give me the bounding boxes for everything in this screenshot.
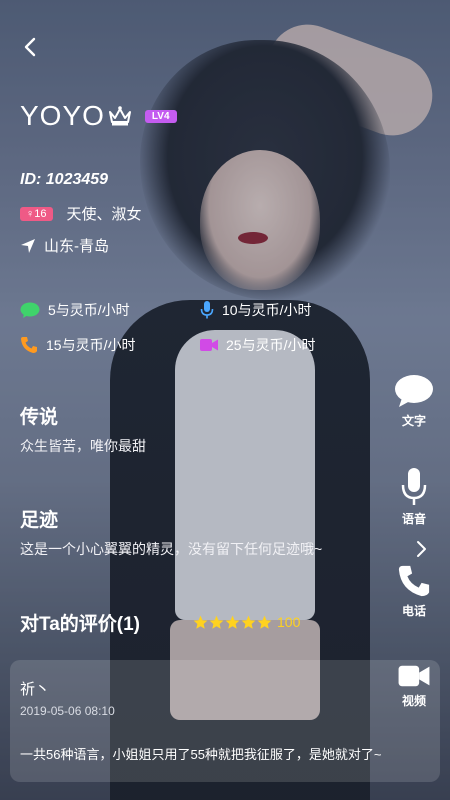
- review-author: 祈丶: [20, 681, 51, 698]
- video-call-label: 视频: [401, 694, 426, 708]
- price-voice-chat: 10与灵币/小时: [200, 300, 311, 320]
- legend-title: 传说: [20, 407, 59, 428]
- review-content: 一共56种语言，小姐姐只用了55种就把我征服了，是她就对了~: [20, 747, 382, 762]
- location-arrow-icon: [21, 238, 35, 253]
- video-camera-icon: [398, 665, 430, 687]
- rating-title: 对Ta的评价(1): [20, 614, 140, 635]
- video-camera-icon: [200, 339, 218, 351]
- location-row: 山东-青岛: [20, 235, 109, 256]
- review-card: 祈丶 2019-05-06 08:10 一共56种语言，小姐姐只用了55种就把我…: [10, 660, 440, 782]
- phone-call-button[interactable]: 电话: [392, 564, 436, 619]
- star-icon: [209, 615, 224, 629]
- price-video-call-label: 25与灵币/小时: [226, 337, 316, 353]
- gender-tags-row: ♀16 天使、淑女: [20, 203, 142, 224]
- name-row: YOYO LV4: [20, 100, 177, 132]
- rating-stars: 100: [193, 614, 300, 630]
- phone-call-label: 电话: [401, 604, 426, 618]
- review-time: 2019-05-06 08:10: [20, 704, 115, 718]
- voice-chat-button[interactable]: 语音: [392, 468, 436, 527]
- user-id: ID: 1023459: [20, 171, 109, 188]
- phone-icon: [21, 337, 37, 353]
- price-voice-chat-label: 10与灵币/小时: [222, 302, 312, 318]
- legend-text: 众生皆苦，唯你最甜: [20, 438, 146, 454]
- star-icon: [257, 615, 272, 629]
- text-chat-label: 文字: [401, 414, 426, 428]
- profile-screen: YOYO LV4 ID: 1023459 ♀16 天使、淑女 山东-青岛 5与灵…: [0, 0, 450, 800]
- voice-chat-label: 语音: [401, 512, 426, 526]
- profile-name: YOYO: [20, 100, 105, 131]
- star-icon: [241, 615, 256, 629]
- phone-icon: [398, 565, 430, 597]
- profile-content: YOYO LV4 ID: 1023459 ♀16 天使、淑女 山东-青岛 5与灵…: [0, 0, 450, 800]
- price-phone-call-label: 15与灵币/小时: [46, 337, 136, 353]
- chat-bubble-icon: [20, 302, 40, 318]
- gender-age-badge: ♀16: [20, 206, 53, 221]
- price-phone-call: 15与灵币/小时: [20, 335, 135, 355]
- text-chat-button[interactable]: 文字: [392, 374, 436, 429]
- level-badge: LV4: [144, 109, 177, 123]
- star-icon: [225, 615, 240, 629]
- footprint-title: 足迹: [20, 510, 59, 531]
- speech-bubble-icon: [395, 375, 433, 407]
- profile-tags: 天使、淑女: [66, 206, 142, 223]
- star-icon: [193, 615, 208, 629]
- rating-score: 100: [277, 614, 301, 630]
- back-arrow-icon[interactable]: [20, 36, 42, 58]
- price-text-chat-label: 5与灵币/小时: [48, 302, 130, 318]
- microphone-icon: [401, 468, 427, 505]
- price-text-chat: 5与灵币/小时: [20, 300, 130, 320]
- video-call-button[interactable]: 视频: [392, 664, 436, 709]
- location-text: 山东-青岛: [44, 238, 109, 255]
- microphone-icon: [200, 301, 214, 319]
- crown-icon: [108, 106, 131, 126]
- price-video-call: 25与灵币/小时: [200, 335, 315, 355]
- chevron-right-icon[interactable]: [414, 540, 428, 558]
- footprint-text[interactable]: 这是一个小心翼翼的精灵，没有留下任何足迹哦~: [20, 539, 322, 559]
